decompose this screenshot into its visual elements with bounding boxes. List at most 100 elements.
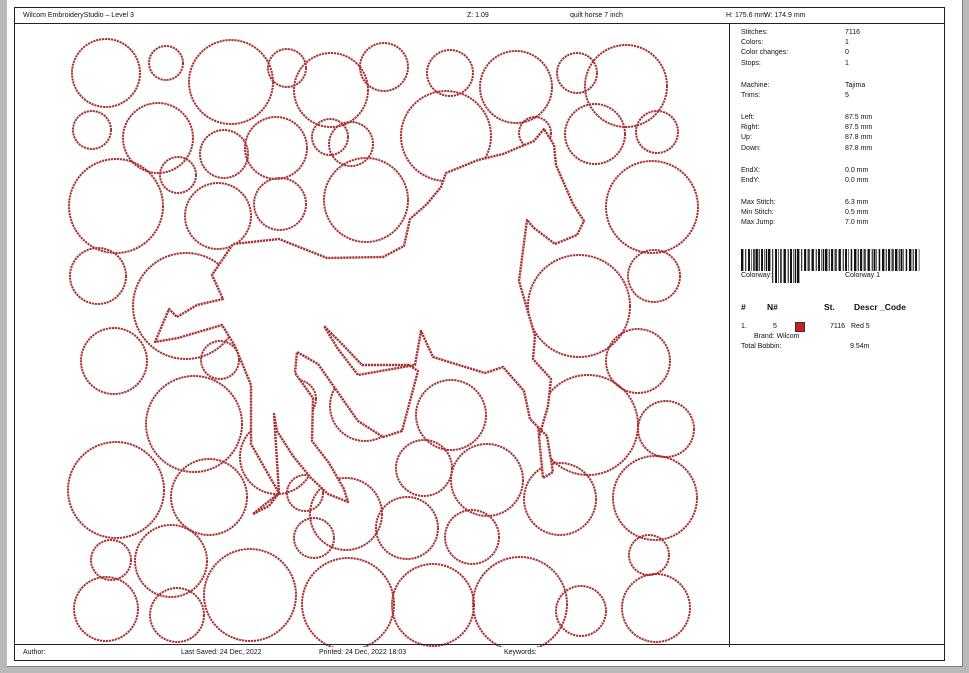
stitched-circle (637, 400, 695, 458)
worksheet-header: Wilcom EmbroideryStudio – Level 3 Z: 1.0… (15, 8, 944, 24)
worksheet-footer: Author: Last Saved: 24 Dec, 2022 Printed… (15, 644, 944, 660)
stitched-circle (328, 121, 374, 167)
stat-max-jump: Max Jump: 7.0 mm (741, 219, 869, 226)
barcode-bar (876, 249, 877, 271)
design-height: H: 175.6 mm (726, 12, 767, 19)
barcode-bar (818, 249, 820, 271)
barcode-bar (878, 249, 881, 271)
stat-endy: EndY: 0.0 mm (741, 177, 869, 184)
barcode-bar (828, 249, 830, 271)
barcode-bar (867, 249, 870, 271)
stat-endx: EndX: 0.0 mm (741, 167, 869, 174)
stitched-circle (159, 156, 197, 194)
barcode-bar (900, 249, 903, 271)
stitched-circle (537, 374, 639, 476)
thread-descr: Red 5 (851, 323, 870, 330)
barcode-bar (860, 249, 862, 271)
stitched-circle (301, 557, 395, 647)
stitched-circle (69, 247, 127, 305)
barcode-bar (821, 249, 822, 271)
design-info-panel: Stitches: 7116 Colors: 1 Color changes: 0 S… (730, 23, 944, 647)
stitched-circle (149, 587, 205, 643)
app-title: Wilcom EmbroideryStudio – Level 3 (23, 12, 134, 19)
design-width: W: 174.9 mm (764, 12, 806, 19)
stitched-circle (375, 496, 439, 560)
stitched-circle (293, 52, 369, 128)
stitched-circle (527, 254, 631, 358)
stitched-circle (415, 379, 487, 451)
stitched-circle (134, 524, 208, 598)
stitched-circle (67, 441, 165, 539)
barcode-bar (764, 249, 765, 271)
stitched-circle (391, 563, 475, 647)
total-bobbin-value: 9.54m (850, 343, 870, 350)
footer-keywords: Keywords: (504, 649, 537, 656)
barcode-bar (882, 249, 885, 271)
footer-author: Author: (23, 649, 46, 656)
stitched-circle (395, 439, 453, 497)
thread-brand: Brand: Wilcom (754, 333, 800, 340)
stitched-circle (605, 160, 699, 254)
thread-n: 5 (773, 323, 777, 330)
stitched-circle (472, 556, 568, 647)
barcode-bar (862, 249, 864, 271)
barcode-bar (842, 249, 844, 271)
stitched-circle (555, 585, 607, 637)
barcode-bar (903, 249, 904, 271)
stat-down: Down: 87.8 mm (741, 145, 873, 152)
zoom-level: Z: 1.09 (467, 12, 489, 19)
barcode-bar (871, 249, 873, 271)
stitched-circle (244, 116, 308, 180)
thread-stitches: 7116 (830, 323, 846, 330)
stitched-circle (612, 455, 698, 541)
barcode-bar (864, 249, 866, 271)
stitched-circle (635, 110, 679, 154)
stitched-circle (627, 249, 681, 303)
thread-color-swatch (795, 322, 805, 332)
stat-up: Up: 87.8 mm (741, 134, 873, 141)
barcode-bar (854, 249, 857, 271)
barcode-bar (857, 249, 859, 271)
col-header-num: # (741, 302, 746, 312)
stitched-circle (199, 129, 249, 179)
stitched-circle (584, 44, 668, 128)
barcode-bar (885, 249, 887, 271)
barcode-bar (831, 249, 833, 271)
stat-right: Right: 87.5 mm (741, 124, 873, 131)
barcode-bar (873, 249, 876, 271)
barcode-bar (815, 249, 817, 271)
stat-machine: Machine: Tajima (741, 82, 866, 89)
worksheet-frame: Wilcom EmbroideryStudio – Level 3 Z: 1.0… (14, 7, 945, 661)
barcode-bar (811, 249, 814, 271)
stat-stops: Stops: 1 (741, 60, 849, 67)
stitched-circle (523, 462, 597, 536)
barcode-bar (890, 249, 892, 271)
barcode-bar (741, 249, 744, 271)
barcode-bar (748, 249, 750, 271)
barcode-bar (848, 249, 849, 271)
stitched-circle (253, 177, 307, 231)
barcode-bar (761, 249, 763, 271)
stitched-circle (72, 110, 112, 150)
stat-stitches: Stitches: 7116 (741, 29, 861, 36)
barcode-bar (898, 249, 900, 271)
stitched-circle (293, 517, 335, 559)
stitched-circle (556, 52, 598, 94)
barcode-bar (751, 249, 752, 271)
stitched-circle (479, 50, 553, 124)
horse-silhouette (153, 127, 586, 516)
design-name: quilt horse 7 inch (570, 12, 623, 19)
stitched-circle (184, 182, 252, 250)
barcode-bar (765, 249, 768, 271)
barcode-bar (892, 249, 894, 271)
stitched-circle (426, 49, 474, 97)
barcode-bar (753, 249, 755, 271)
barcode-bar (905, 249, 908, 271)
barcode-bar (835, 249, 837, 271)
barcode-bar (768, 249, 771, 271)
stitched-circle (148, 45, 184, 81)
stitched-circle (323, 157, 409, 243)
barcode-bar (909, 249, 912, 271)
stitched-circle (188, 39, 274, 125)
stitched-circle (621, 573, 691, 643)
